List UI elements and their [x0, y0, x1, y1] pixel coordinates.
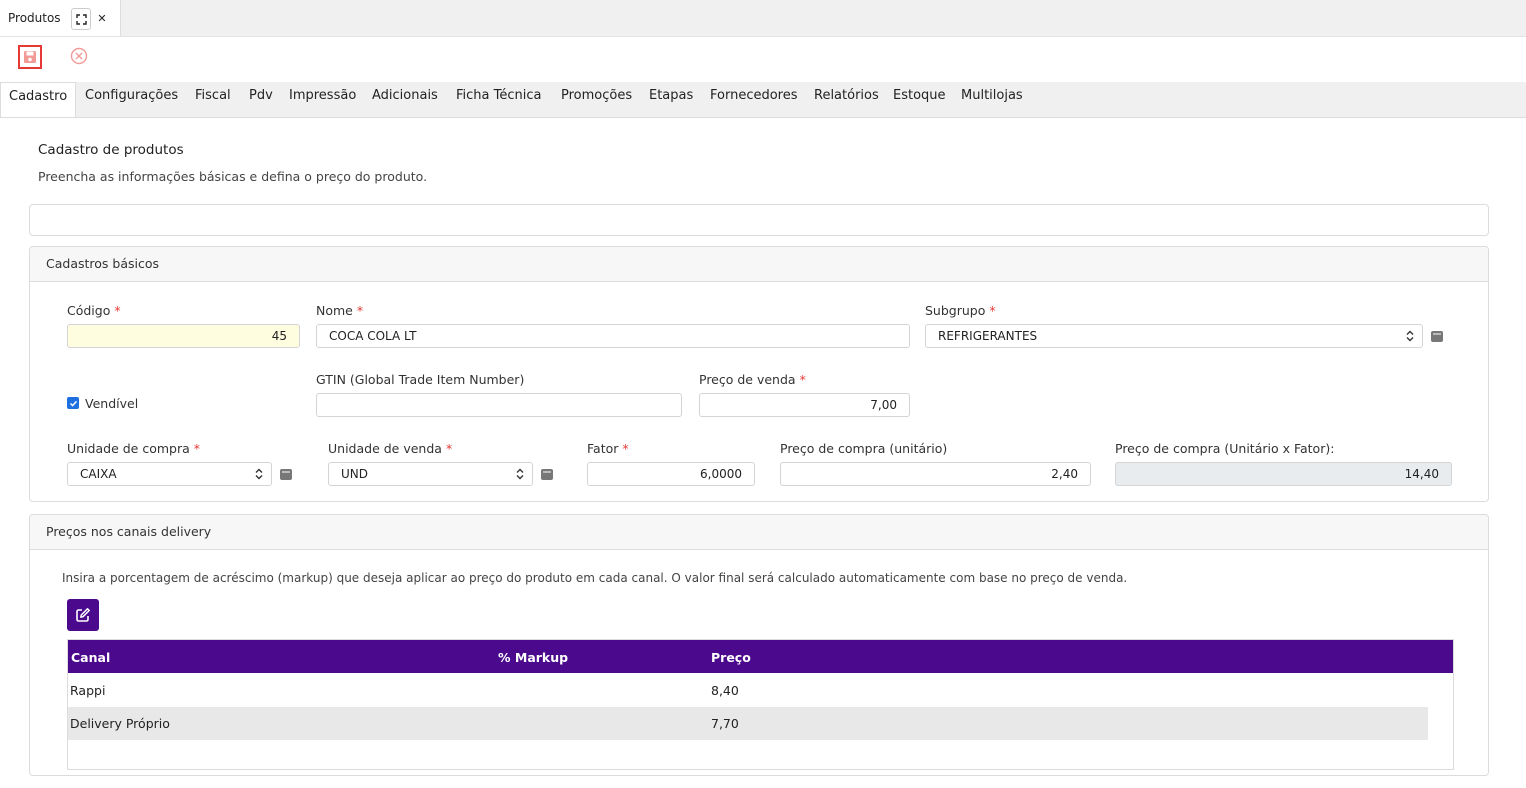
preco-compra-unit-field[interactable]: 2,40	[780, 462, 1091, 486]
calculator-icon[interactable]	[541, 469, 553, 480]
tab-relatorios[interactable]: Relatórios	[814, 82, 879, 117]
preco-compra-unit-label: Preço de compra (unitário)	[780, 441, 948, 456]
chevron-updown-icon	[516, 468, 524, 480]
codigo-field[interactable]: 45	[67, 324, 300, 348]
table-row[interactable]: Delivery Próprio 7,70	[68, 707, 1428, 740]
preco-venda-field[interactable]: 7,00	[699, 393, 910, 417]
toolbar	[0, 36, 1526, 82]
tab-impressao[interactable]: Impressão	[289, 82, 356, 117]
vendivel-label: Vendível	[85, 396, 139, 411]
subgrupo-value: REFRIGERANTES	[938, 329, 1038, 343]
expand-icon[interactable]	[71, 8, 91, 30]
preco-compra-total-field: 14,40	[1115, 462, 1452, 486]
row-canal: Rappi	[70, 683, 106, 698]
cancel-button[interactable]	[70, 47, 88, 65]
column-markup: % Markup	[498, 650, 569, 665]
circle-x-icon	[70, 47, 88, 65]
unidade-compra-value: CAIXA	[80, 467, 117, 481]
tab-fornecedores[interactable]: Fornecedores	[710, 82, 798, 117]
row-canal: Delivery Próprio	[70, 716, 170, 731]
unidade-compra-label: Unidade de compra *	[67, 441, 201, 456]
tab-multilojas[interactable]: Multilojas	[961, 82, 1023, 117]
preco-venda-label: Preço de venda *	[699, 372, 806, 387]
preco-compra-total-label: Preço de compra (Unitário x Fator):	[1115, 441, 1335, 456]
panel-title: Cadastros básicos	[30, 247, 1488, 282]
window-tab-strip: Produtos ✕	[0, 0, 1526, 37]
row-preco: 7,70	[711, 716, 739, 731]
panel-title: Preços nos canais delivery	[30, 515, 1488, 550]
floppy-disk-icon	[24, 51, 36, 63]
chevron-updown-icon	[255, 468, 263, 480]
subgrupo-select[interactable]: REFRIGERANTES	[925, 324, 1423, 348]
unidade-venda-label: Unidade de venda *	[328, 441, 453, 456]
edit-markup-button[interactable]	[67, 599, 99, 631]
delivery-help-text: Insira a porcentagem de acréscimo (marku…	[62, 571, 1128, 585]
save-button[interactable]	[18, 45, 42, 69]
tab-etapas[interactable]: Etapas	[649, 82, 693, 117]
section-tabs: Cadastro Configurações Fiscal Pdv Impres…	[0, 82, 1526, 118]
page-subtitle: Preencha as informações básicas e defina…	[38, 169, 428, 184]
fator-label: Fator *	[587, 441, 629, 456]
window-tab-produtos[interactable]: Produtos ✕	[0, 0, 121, 36]
table-row[interactable]: Rappi 8,40	[68, 674, 1428, 707]
codigo-label: Código *	[67, 303, 121, 318]
fator-field[interactable]: 6,0000	[587, 462, 755, 486]
window-tab-label: Produtos	[8, 11, 61, 25]
edit-icon	[76, 608, 90, 622]
column-canal: Canal	[71, 650, 111, 665]
tab-ficha-tecnica[interactable]: Ficha Técnica	[456, 82, 541, 117]
vendivel-checkbox[interactable]	[67, 397, 79, 409]
unidade-compra-select[interactable]: CAIXA	[67, 462, 272, 486]
nome-label: Nome *	[316, 303, 364, 318]
gtin-label: GTIN (Global Trade Item Number)	[316, 372, 525, 387]
gtin-field[interactable]	[316, 393, 682, 417]
tab-fiscal[interactable]: Fiscal	[195, 82, 231, 117]
column-preco: Preço	[711, 650, 751, 665]
nome-field[interactable]: COCA COLA LT	[316, 324, 910, 348]
unidade-venda-value: UND	[341, 467, 368, 481]
close-icon[interactable]: ✕	[93, 8, 111, 28]
tab-promocoes[interactable]: Promoções	[561, 82, 632, 117]
subgrupo-label: Subgrupo *	[925, 303, 996, 318]
calculator-icon[interactable]	[280, 469, 292, 480]
row-preco: 8,40	[711, 683, 739, 698]
table-header: Canal % Markup Preço	[68, 640, 1453, 673]
check-icon	[69, 400, 77, 407]
unidade-venda-select[interactable]: UND	[328, 462, 533, 486]
empty-panel	[29, 204, 1489, 236]
tab-pdv[interactable]: Pdv	[249, 82, 273, 117]
calculator-icon[interactable]	[1431, 331, 1443, 342]
tab-cadastro[interactable]: Cadastro	[0, 82, 76, 117]
page-title: Cadastro de produtos	[38, 142, 184, 158]
chevron-updown-icon	[1406, 330, 1414, 342]
delivery-table: Canal % Markup Preço Rappi 8,40 Delivery…	[67, 639, 1454, 770]
tab-configuracoes[interactable]: Configurações	[85, 82, 178, 117]
tab-estoque[interactable]: Estoque	[893, 82, 946, 117]
tab-adicionais[interactable]: Adicionais	[372, 82, 438, 117]
